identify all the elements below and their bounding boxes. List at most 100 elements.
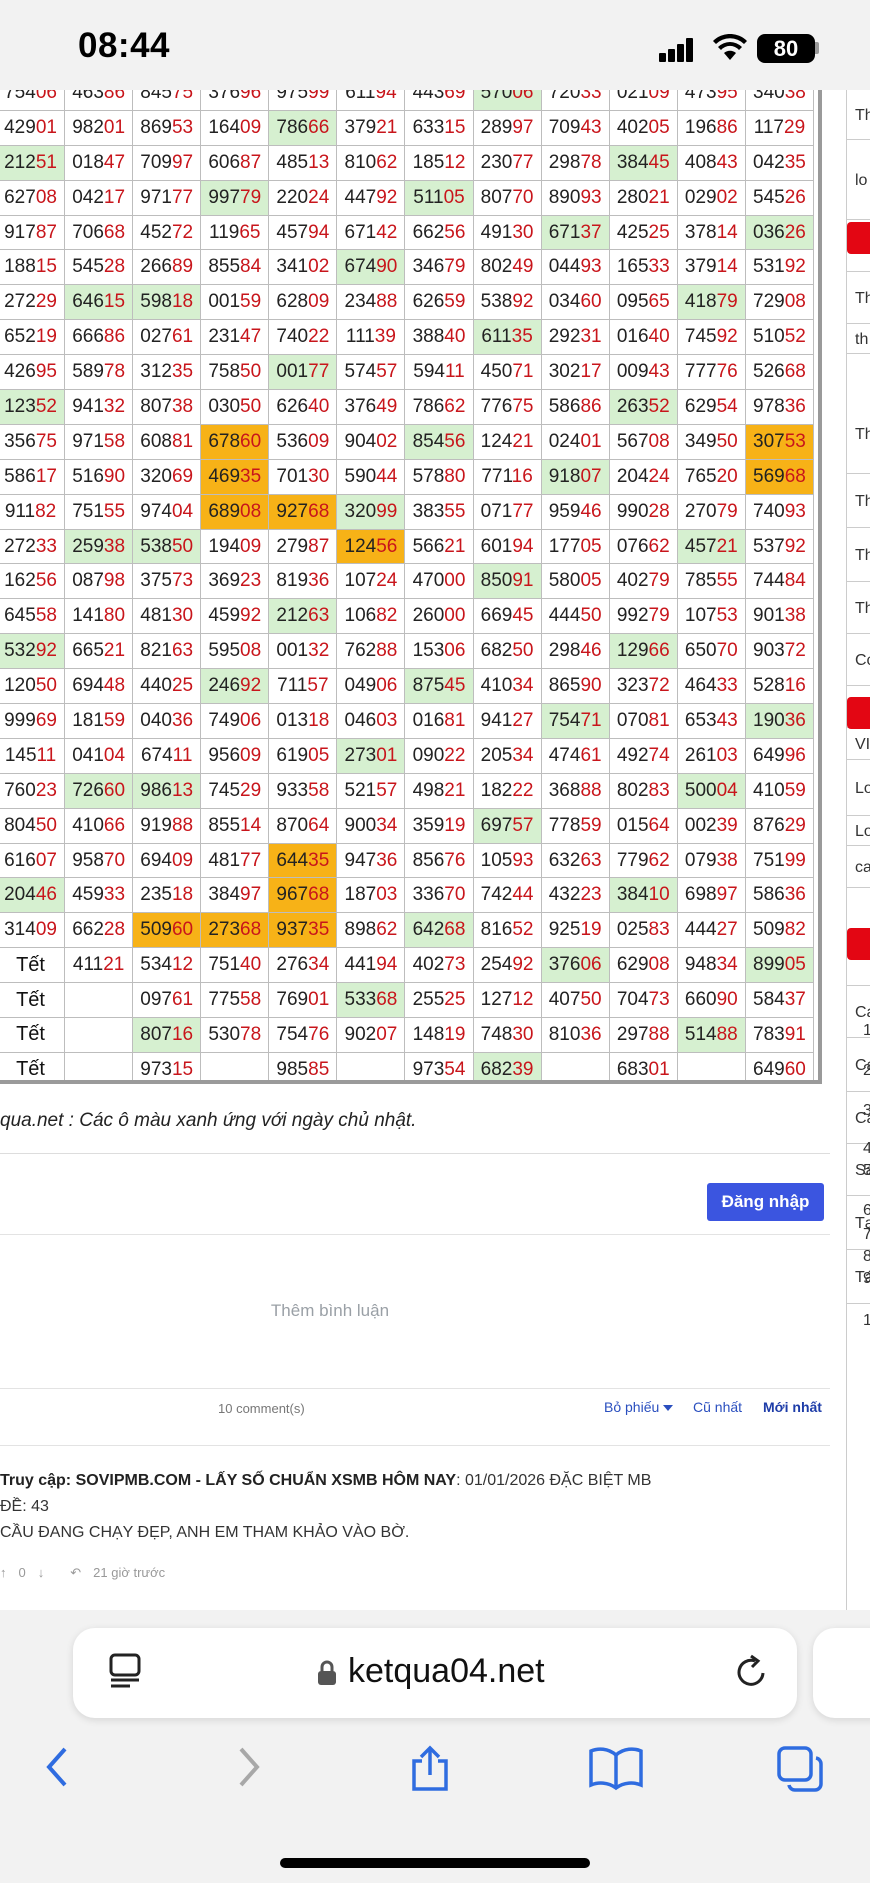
bookmarks-icon[interactable] <box>588 1745 644 1791</box>
cell-suffix: 59 <box>103 709 126 731</box>
sidebar-item[interactable]: Lo <box>847 818 870 846</box>
tabs-icon[interactable] <box>776 1745 824 1793</box>
cell-prefix: 586 <box>4 465 36 487</box>
comment-author[interactable]: Truy cập: SOVIPMB.COM - LẤY SỐ CHUẨN XSM… <box>0 1472 456 1489</box>
next-tab-preview[interactable] <box>813 1628 870 1718</box>
result-cell: 72033 <box>540 90 610 111</box>
result-cell: 68301 <box>608 1051 678 1080</box>
cell-prefix: 816 <box>480 919 513 941</box>
home-indicator[interactable] <box>280 1858 590 1868</box>
result-cell: 34038 <box>744 90 815 111</box>
forward-icon[interactable] <box>233 1745 263 1789</box>
sidebar-item[interactable]: VI <box>847 730 870 760</box>
table-row: Tết 97315 98585 97354 68239 68301 64960 <box>0 1051 815 1080</box>
cell-prefix: 029 <box>684 186 717 208</box>
right-sidebar[interactable]: ThloThThthThThThThCcCcVILoLocaCaCaCaCaSá… <box>846 90 870 1610</box>
sidebar-item[interactable]: lo <box>847 142 870 220</box>
cell-suffix: 87 <box>240 151 262 173</box>
back-icon[interactable] <box>43 1745 73 1789</box>
cell-prefix: 235 <box>140 884 172 906</box>
cell-suffix: 26 <box>784 186 806 208</box>
cell-suffix: 40 <box>444 326 466 348</box>
result-cell: 41034 <box>472 668 542 705</box>
cell-prefix: 384 <box>616 151 649 173</box>
result-cell <box>336 1051 406 1080</box>
sort-oldest-button[interactable]: Cũ nhất <box>693 1399 742 1415</box>
sidebar-item[interactable]: Th <box>847 396 870 474</box>
sidebar-item[interactable]: Th <box>847 530 870 582</box>
cell-prefix: 545 <box>753 186 785 208</box>
sidebar-item[interactable]: Th <box>847 92 870 140</box>
reload-icon[interactable] <box>731 1652 771 1692</box>
result-cell: 47000 <box>404 563 474 600</box>
cell-suffix: 59 <box>580 814 602 836</box>
cell-suffix: 68 <box>784 361 806 383</box>
result-cell: 82163 <box>132 633 202 670</box>
cell-prefix: 694 <box>72 675 104 697</box>
cellular-signal-icon <box>659 38 693 62</box>
cell-suffix: 62 <box>444 395 466 417</box>
sidebar-item[interactable]: Th <box>847 584 870 634</box>
result-cell: 24692 <box>200 668 270 705</box>
cell-suffix: 93 <box>784 500 806 522</box>
cell-suffix: 00 <box>444 570 466 592</box>
sidebar-item[interactable]: Cc <box>847 636 870 686</box>
cell-prefix: 340 <box>753 90 785 103</box>
result-cell: 42695 <box>0 354 66 391</box>
result-cell: 90402 <box>336 423 406 460</box>
cell-prefix: 320 <box>344 500 377 522</box>
cell-suffix: 21 <box>103 640 126 662</box>
reader-mode-icon[interactable] <box>108 1652 142 1690</box>
downvote-icon[interactable]: ↓ <box>38 1565 45 1580</box>
result-cell: Tết <box>0 947 66 984</box>
cell-prefix: 165 <box>616 256 649 278</box>
upvote-icon[interactable]: ↑ <box>0 1565 7 1580</box>
result-cell: 98613 <box>132 772 202 809</box>
result-cell: 54526 <box>744 179 815 216</box>
cell-prefix: 649 <box>753 744 785 766</box>
sort-vote-label: Bỏ phiếu <box>604 1399 660 1415</box>
results-table-container[interactable]: 75406 46386 84575 37696 97599 61194 44369 57006… <box>0 90 822 1084</box>
add-comment-input[interactable]: Thêm bình luận <box>0 1301 660 1321</box>
login-button[interactable]: Đăng nhập <box>707 1183 824 1221</box>
result-cell: 12050 <box>0 668 66 705</box>
result-cell: 54528 <box>64 249 134 286</box>
cell-suffix: 42 <box>376 221 398 243</box>
cell-prefix: 071 <box>480 500 513 522</box>
cell-suffix: 75 <box>35 430 57 452</box>
sort-vote-button[interactable]: Bỏ phiếu <box>604 1399 674 1415</box>
result-cell: 37696 <box>200 90 270 111</box>
cell-prefix: 748 <box>480 1023 513 1045</box>
cell-prefix: 899 <box>753 954 785 976</box>
sort-newest-button[interactable]: Mới nhất <box>763 1399 822 1415</box>
reply-icon[interactable]: ↶ <box>70 1565 81 1581</box>
cell-prefix: 785 <box>684 570 717 592</box>
cell-suffix: 38 <box>171 395 194 417</box>
sidebar-item[interactable]: Th <box>847 274 870 324</box>
cell-prefix: 320 <box>140 465 172 487</box>
cell-prefix: 902 <box>344 1023 377 1045</box>
cell-prefix: 402 <box>616 570 649 592</box>
cell-suffix: 24 <box>648 465 670 487</box>
sidebar-item[interactable]: Th <box>847 476 870 528</box>
result-cell: 14511 <box>0 737 66 774</box>
cell-suffix: 78 <box>103 361 126 383</box>
cell-prefix: 255 <box>412 989 445 1011</box>
cell-prefix: 298 <box>548 640 581 662</box>
cell-prefix: 783 <box>753 1023 785 1045</box>
sidebar-item[interactable]: Lo <box>847 762 870 816</box>
result-cell: 35675 <box>0 423 66 460</box>
cell-suffix: 35 <box>511 326 533 348</box>
result-cell: 00239 <box>676 807 746 844</box>
result-cell: 97404 <box>132 493 202 530</box>
comment-line-1: : 01/01/2026 ĐẶC BIỆT MB <box>456 1472 652 1489</box>
cell-prefix: 754 <box>548 709 581 731</box>
result-cell: 81936 <box>268 563 338 600</box>
sidebar-item[interactable]: ca <box>847 848 870 888</box>
share-icon[interactable] <box>408 1745 452 1793</box>
cell-suffix: 68 <box>240 919 262 941</box>
url-text[interactable]: ketqua04.net <box>348 1652 545 1691</box>
result-cell: 08798 <box>64 563 134 600</box>
sidebar-item[interactable]: th <box>847 326 870 354</box>
result-cell: 35919 <box>404 807 474 844</box>
